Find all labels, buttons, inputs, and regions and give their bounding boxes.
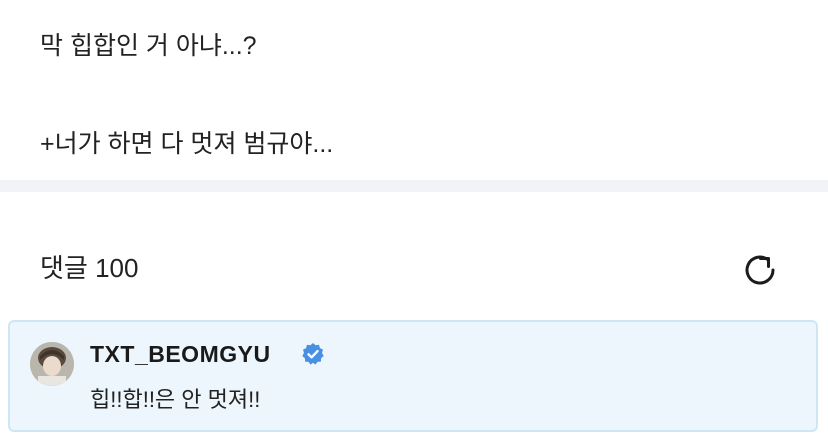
post-text-line-2: +너가 하면 다 멋져 범규야...: [40, 130, 334, 158]
comment-username[interactable]: TXT_BEOMGYU: [90, 340, 271, 368]
verified-badge-icon: [301, 342, 325, 366]
highlighted-comment[interactable]: TXT_BEOMGYU 힙!!합!!은 안 멋져!!: [8, 320, 818, 432]
section-divider: [0, 180, 828, 192]
avatar[interactable]: [30, 342, 74, 386]
post-text-line-1: 막 힙합인 거 아냐...?: [40, 32, 257, 60]
refresh-icon[interactable]: [740, 250, 780, 290]
comment-count-label: 댓글 100: [40, 253, 139, 283]
comment-text: 힙!!합!!은 안 멋져!!: [90, 387, 261, 412]
